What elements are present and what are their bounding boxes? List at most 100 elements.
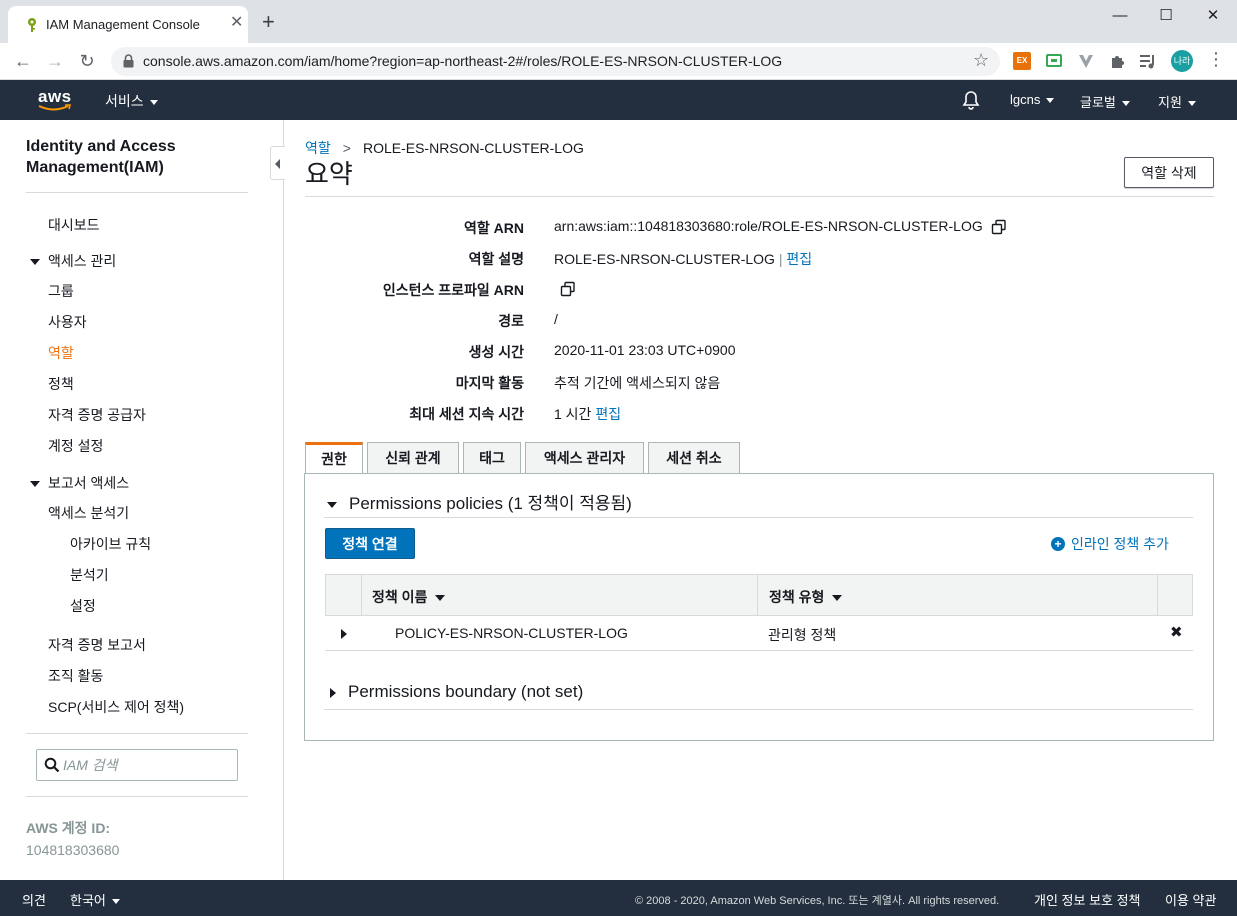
chevron-down-icon [111, 899, 120, 905]
extension-v-icon[interactable] [1077, 52, 1095, 70]
sidebar-item-identity-providers[interactable]: 자격 증명 공급자 [48, 405, 146, 425]
created-label: 생성 시간 [468, 344, 524, 360]
summary-row-created: 생성 시간 2020-11-01 23:03 UTC+0900 [305, 342, 1214, 362]
maximize-icon[interactable]: ☐ [1156, 6, 1176, 26]
sidebar-section-access-management[interactable]: 액세스 관리 [30, 251, 116, 271]
caret-down-icon [327, 501, 337, 508]
extension-screen-icon[interactable] [1045, 52, 1063, 70]
tab-access-advisor[interactable]: 액세스 관리자 [525, 442, 644, 474]
address-bar[interactable]: console.aws.amazon.com/iam/home?region=a… [111, 47, 1000, 76]
extensions-puzzle-icon[interactable] [1109, 52, 1127, 70]
policy-type: 관리형 정책 [768, 627, 837, 643]
role-arn-value: arn:aws:iam::104818303680:role/ROLE-ES-N… [554, 218, 1007, 235]
tab-permissions[interactable]: 권한 [305, 442, 363, 475]
browser-tabbar: IAM Management Console ✕ + — ☐ ✕ [0, 0, 1237, 43]
terms-of-use-link[interactable]: 이용 약관 [1165, 890, 1216, 909]
instance-profile-label: 인스턴스 프로파일 ARN [382, 282, 524, 298]
sidebar-collapse-toggle[interactable] [270, 146, 285, 180]
close-tab-icon[interactable]: ✕ [230, 14, 243, 32]
caret-down-icon [30, 481, 40, 488]
sidebar-section-report-access[interactable]: 보고서 액세스 [30, 473, 129, 493]
sidebar-title: Identity and Access Management(IAM) [26, 138, 176, 176]
path-label: 경로 [498, 313, 524, 329]
last-activity-label: 마지막 활동 [455, 375, 524, 391]
copy-icon[interactable] [991, 219, 1007, 235]
aws-console-header: aws 서비스 lgcns 글로벌 지원 [0, 80, 1237, 120]
media-queue-icon[interactable] [1139, 52, 1157, 70]
table-row: POLICY-ES-NRSON-CLUSTER-LOG 관리형 정책 ✖ [325, 616, 1193, 651]
permissions-policies-header[interactable]: Permissions policies (1 정책이 적용됨) [324, 489, 632, 514]
iam-search-box[interactable] [36, 749, 238, 781]
edit-description-link[interactable]: 편집 [786, 251, 812, 267]
services-menu[interactable]: 서비스 [105, 91, 158, 111]
sidebar-divider [26, 796, 248, 797]
forward-icon[interactable]: → [44, 51, 66, 71]
sidebar-item-policies[interactable]: 정책 [48, 374, 74, 394]
sidebar-item-analyzer-settings[interactable]: 설정 [70, 596, 96, 616]
sidebar-item-archive-rules[interactable]: 아카이브 규칙 [70, 534, 151, 554]
aws-logo[interactable]: aws [38, 87, 72, 112]
support-menu[interactable]: 지원 [1158, 92, 1196, 111]
copyright-text: © 2008 - 2020, Amazon Web Services, Inc.… [635, 895, 1000, 907]
attach-policies-button[interactable]: 정책 연결 [325, 528, 415, 559]
delete-role-button[interactable]: 역할 삭제 [1124, 157, 1214, 188]
bookmark-star-icon[interactable]: ☆ [973, 50, 989, 71]
sidebar-item-organization-activity[interactable]: 조직 활동 [48, 666, 103, 686]
window-close-icon[interactable]: ✕ [1203, 6, 1223, 26]
sidebar-item-users[interactable]: 사용자 [48, 312, 87, 332]
section-divider [324, 517, 1193, 518]
sidebar-item-analyzers[interactable]: 분석기 [70, 565, 109, 585]
browser-tab[interactable]: IAM Management Console ✕ [8, 6, 248, 43]
sidebar-item-access-analyzer[interactable]: 액세스 분석기 [48, 503, 129, 523]
minimize-icon[interactable]: — [1110, 6, 1130, 26]
remove-policy-icon[interactable]: ✖ [1170, 623, 1183, 641]
permissions-boundary-header[interactable]: Permissions boundary (not set) [324, 682, 583, 702]
tab-revoke-sessions[interactable]: 세션 취소 [648, 442, 740, 474]
region-menu[interactable]: 글로벌 [1080, 92, 1130, 111]
max-session-value: 1 시간 편집 [554, 406, 622, 422]
chevron-down-icon [1121, 101, 1130, 107]
sidebar-item-roles[interactable]: 역할 [48, 343, 74, 363]
breadcrumb-current: ROLE-ES-NRSON-CLUSTER-LOG [362, 140, 584, 156]
sidebar-item-groups[interactable]: 그룹 [48, 281, 74, 301]
privacy-policy-link[interactable]: 개인 정보 보호 정책 [1034, 890, 1141, 909]
sidebar-item-credential-report[interactable]: 자격 증명 보고서 [48, 635, 146, 655]
tab-tags[interactable]: 태그 [463, 442, 521, 474]
policy-name-link[interactable]: POLICY-ES-NRSON-CLUSTER-LOG [395, 625, 628, 641]
account-menu[interactable]: lgcns [1010, 92, 1055, 107]
language-selector[interactable]: 한국어 [70, 890, 120, 909]
back-icon[interactable]: ← [12, 51, 34, 71]
chevron-down-icon [149, 99, 158, 105]
chevron-down-icon [1187, 101, 1196, 107]
path-value: / [554, 311, 558, 327]
summary-row-arn: 역할 ARN arn:aws:iam::104818303680:role/RO… [305, 218, 1214, 238]
sidebar-item-account-settings[interactable]: 계정 설정 [48, 436, 103, 456]
edit-max-session-link[interactable]: 편집 [595, 406, 621, 422]
chevron-down-icon [1046, 98, 1055, 104]
expand-row-icon[interactable] [341, 629, 347, 639]
iam-search-input[interactable] [63, 755, 233, 775]
add-inline-policy-link[interactable]: + 인라인 정책 추가 [1051, 534, 1169, 554]
profile-avatar[interactable]: 나라 [1171, 50, 1193, 72]
max-session-label: 최대 세션 지속 시간 [409, 406, 524, 422]
notification-bell-icon[interactable] [961, 90, 981, 110]
extension-ex-icon[interactable]: EX [1013, 52, 1031, 70]
browser-menu-icon[interactable]: ⋮ [1207, 49, 1225, 70]
account-id-label: AWS 계정 ID: [26, 820, 111, 836]
summary-divider [305, 196, 1214, 197]
copy-icon[interactable] [560, 281, 576, 297]
new-tab-icon[interactable]: + [262, 11, 275, 33]
role-description-label: 역할 설명 [468, 251, 524, 267]
summary-row-path: 경로 / [305, 311, 1214, 331]
sidebar-item-scps[interactable]: SCP(서비스 제어 정책) [48, 697, 184, 717]
chevron-left-icon [275, 159, 280, 169]
reload-icon[interactable]: ↻ [76, 51, 98, 71]
tab-trust-relationships[interactable]: 신뢰 관계 [367, 442, 459, 474]
sidebar-item-dashboard[interactable]: 대시보드 [48, 215, 100, 235]
column-header-policy-name[interactable]: 정책 이름 [372, 587, 446, 607]
feedback-link[interactable]: 의견 [22, 890, 46, 909]
sidebar-divider [26, 192, 248, 193]
summary-row-description: 역할 설명 ROLE-ES-NRSON-CLUSTER-LOG | 편집 [305, 249, 1214, 269]
role-description-value: ROLE-ES-NRSON-CLUSTER-LOG | 편집 [554, 251, 813, 267]
column-header-policy-type[interactable]: 정책 유형 [769, 587, 843, 607]
